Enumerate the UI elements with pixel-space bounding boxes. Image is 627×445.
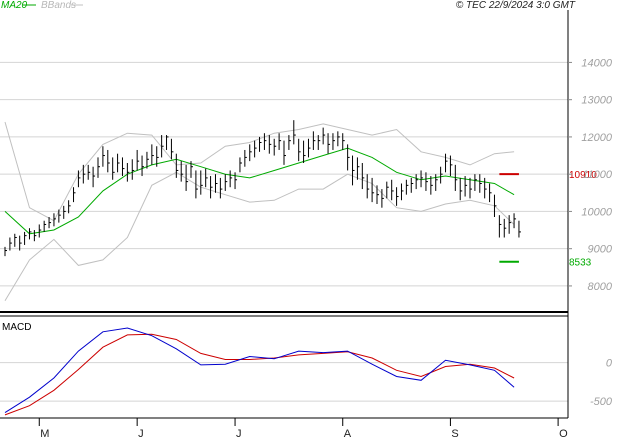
month-label: J (236, 428, 242, 440)
month-label: A (344, 428, 352, 440)
ma20-line (4, 147, 515, 235)
support-label: 8533 (569, 258, 592, 269)
macd-tick-label: 0 (606, 358, 613, 370)
ma20-line (4, 147, 515, 235)
price-tick-label: 14000 (581, 57, 612, 69)
price-tick-label: 11000 (582, 169, 613, 181)
price-tick-label: 8000 (588, 281, 613, 293)
signal-line (4, 333, 515, 416)
legend-bbands: BBands (41, 0, 76, 11)
price-tick-label: 12000 (581, 132, 612, 144)
price-tick-label: 9000 (588, 244, 613, 256)
price-tick-label: 10000 (581, 206, 612, 218)
copyright: © TEC 22/9/2024 3:0 GMT (456, 0, 576, 11)
macd-title: MACD (2, 322, 31, 333)
price-tick-label: 13000 (581, 95, 612, 107)
month-label: M (40, 428, 49, 440)
macd-axis: 0 -500 (590, 358, 613, 408)
chart-svg: 109108533 800090001000011000120001300014… (0, 0, 613, 440)
chart-stage: 10910 8533 8000 9000 10000 11000 12000 13000 14… (0, 0, 627, 440)
bband-lower-line (4, 171, 515, 302)
macd-lines (4, 327, 515, 416)
month-label: O (559, 428, 568, 440)
time-axis: MJJASO (38, 418, 568, 440)
macd-tick-label: -500 (590, 396, 613, 408)
macd-gridlines (0, 362, 568, 402)
macd-line (4, 327, 515, 414)
month-label: J (138, 428, 144, 440)
price-bars (4, 120, 521, 257)
month-label: S (451, 428, 458, 440)
